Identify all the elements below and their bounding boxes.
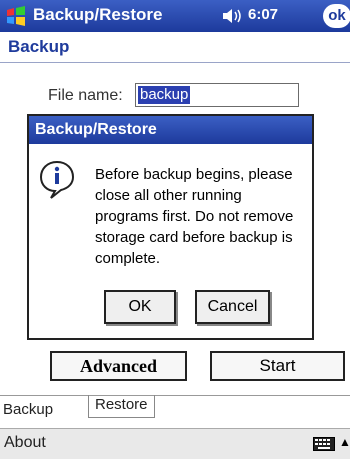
- tab-strip: Backup Restore: [0, 395, 350, 423]
- clock[interactable]: 6:07: [248, 6, 278, 23]
- about-menu[interactable]: About: [4, 434, 46, 452]
- dialog-cancel-button[interactable]: Cancel: [195, 290, 270, 324]
- start-button[interactable]: Start: [210, 351, 345, 381]
- tab-divider: [0, 395, 350, 396]
- dialog-title-bar: Backup/Restore: [29, 116, 312, 144]
- dialog-message: Before backup begins, please close all o…: [95, 166, 294, 267]
- title-bar: Backup/Restore 6:07 ok: [0, 0, 350, 32]
- file-name-value: backup: [138, 86, 191, 104]
- backup-dialog: Backup/Restore Before backup begins, ple…: [27, 114, 314, 340]
- file-name-label: File name:: [48, 87, 123, 104]
- page-header: Backup: [0, 32, 350, 63]
- menu-bar: About ▲: [0, 428, 350, 459]
- app-title: Backup/Restore: [33, 5, 163, 24]
- page-title: Backup: [8, 37, 70, 56]
- up-arrow-icon[interactable]: ▲: [339, 435, 350, 449]
- keyboard-icon[interactable]: [313, 437, 335, 451]
- ok-button[interactable]: ok: [323, 4, 350, 28]
- speaker-icon[interactable]: [222, 8, 244, 24]
- dialog-ok-button[interactable]: OK: [104, 290, 176, 324]
- advanced-button[interactable]: Advanced: [50, 351, 187, 381]
- file-name-input[interactable]: backup: [135, 83, 299, 107]
- windows-start-icon[interactable]: [4, 4, 28, 28]
- tab-backup[interactable]: Backup: [3, 401, 53, 418]
- tab-restore[interactable]: Restore: [88, 395, 155, 418]
- dialog-title: Backup/Restore: [35, 121, 157, 138]
- info-icon: [39, 160, 75, 199]
